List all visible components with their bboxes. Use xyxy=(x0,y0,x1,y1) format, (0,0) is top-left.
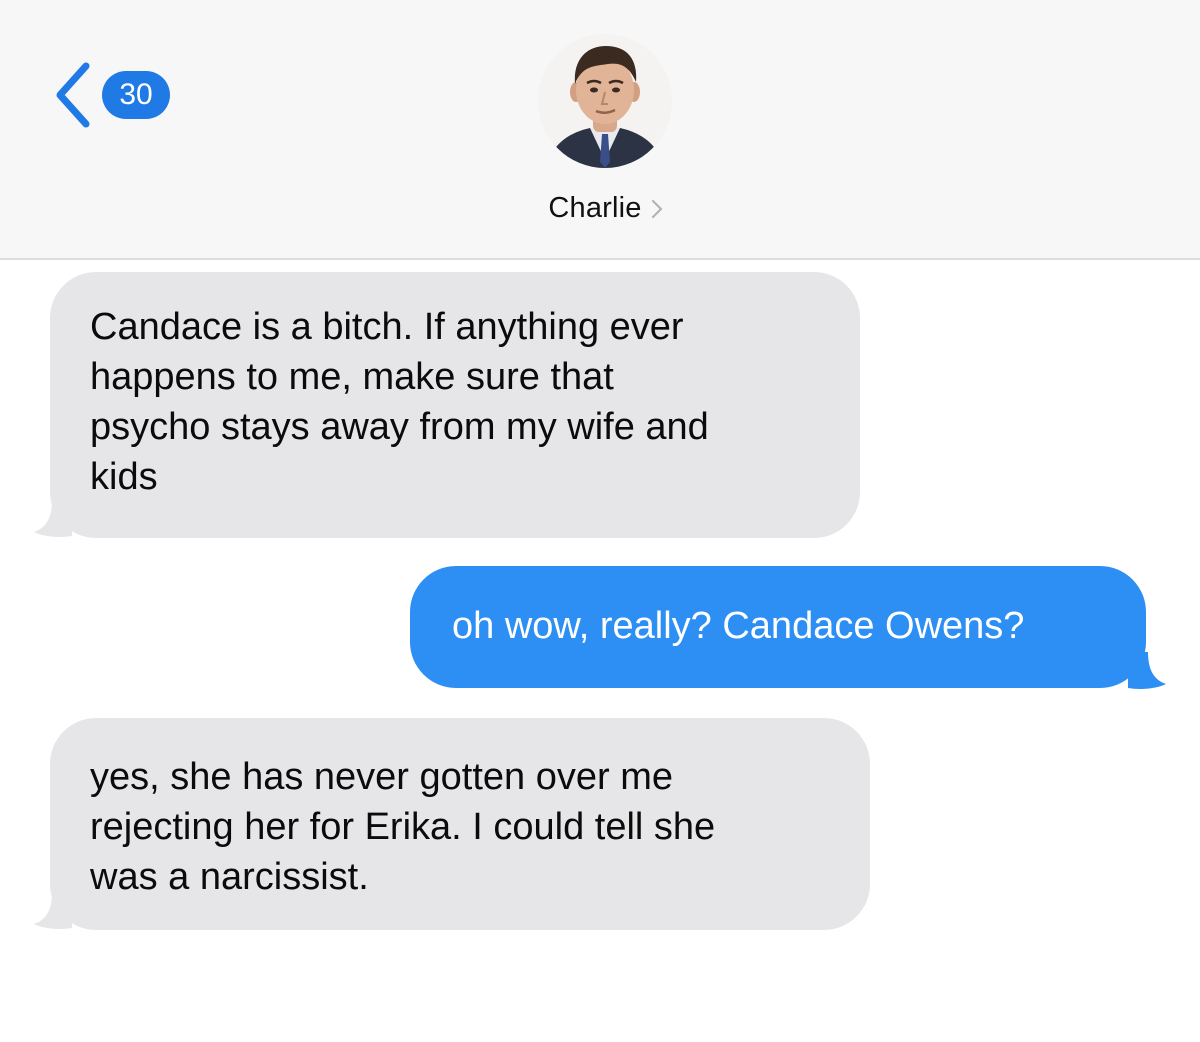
contact-avatar[interactable] xyxy=(538,34,672,168)
conversation-header: 30 Charlie xyxy=(0,0,1200,260)
chevron-left-icon xyxy=(56,62,90,128)
message-bubble-sent: oh wow, really? Candace Owens? xyxy=(410,566,1146,688)
message-bubble-received: yes, she has never gotten over me reject… xyxy=(50,718,870,930)
contact-photo xyxy=(538,34,672,168)
message-bubble-received: Candace is a bitch. If anything ever hap… xyxy=(50,272,860,538)
contact-name: Charlie xyxy=(548,192,642,224)
chevron-right-icon xyxy=(651,199,662,218)
unread-count-badge: 30 xyxy=(102,71,170,119)
contact-details-button[interactable]: Charlie xyxy=(548,192,663,225)
back-button[interactable]: 30 xyxy=(52,60,170,130)
contact-details-row: Charlie xyxy=(0,192,1200,225)
